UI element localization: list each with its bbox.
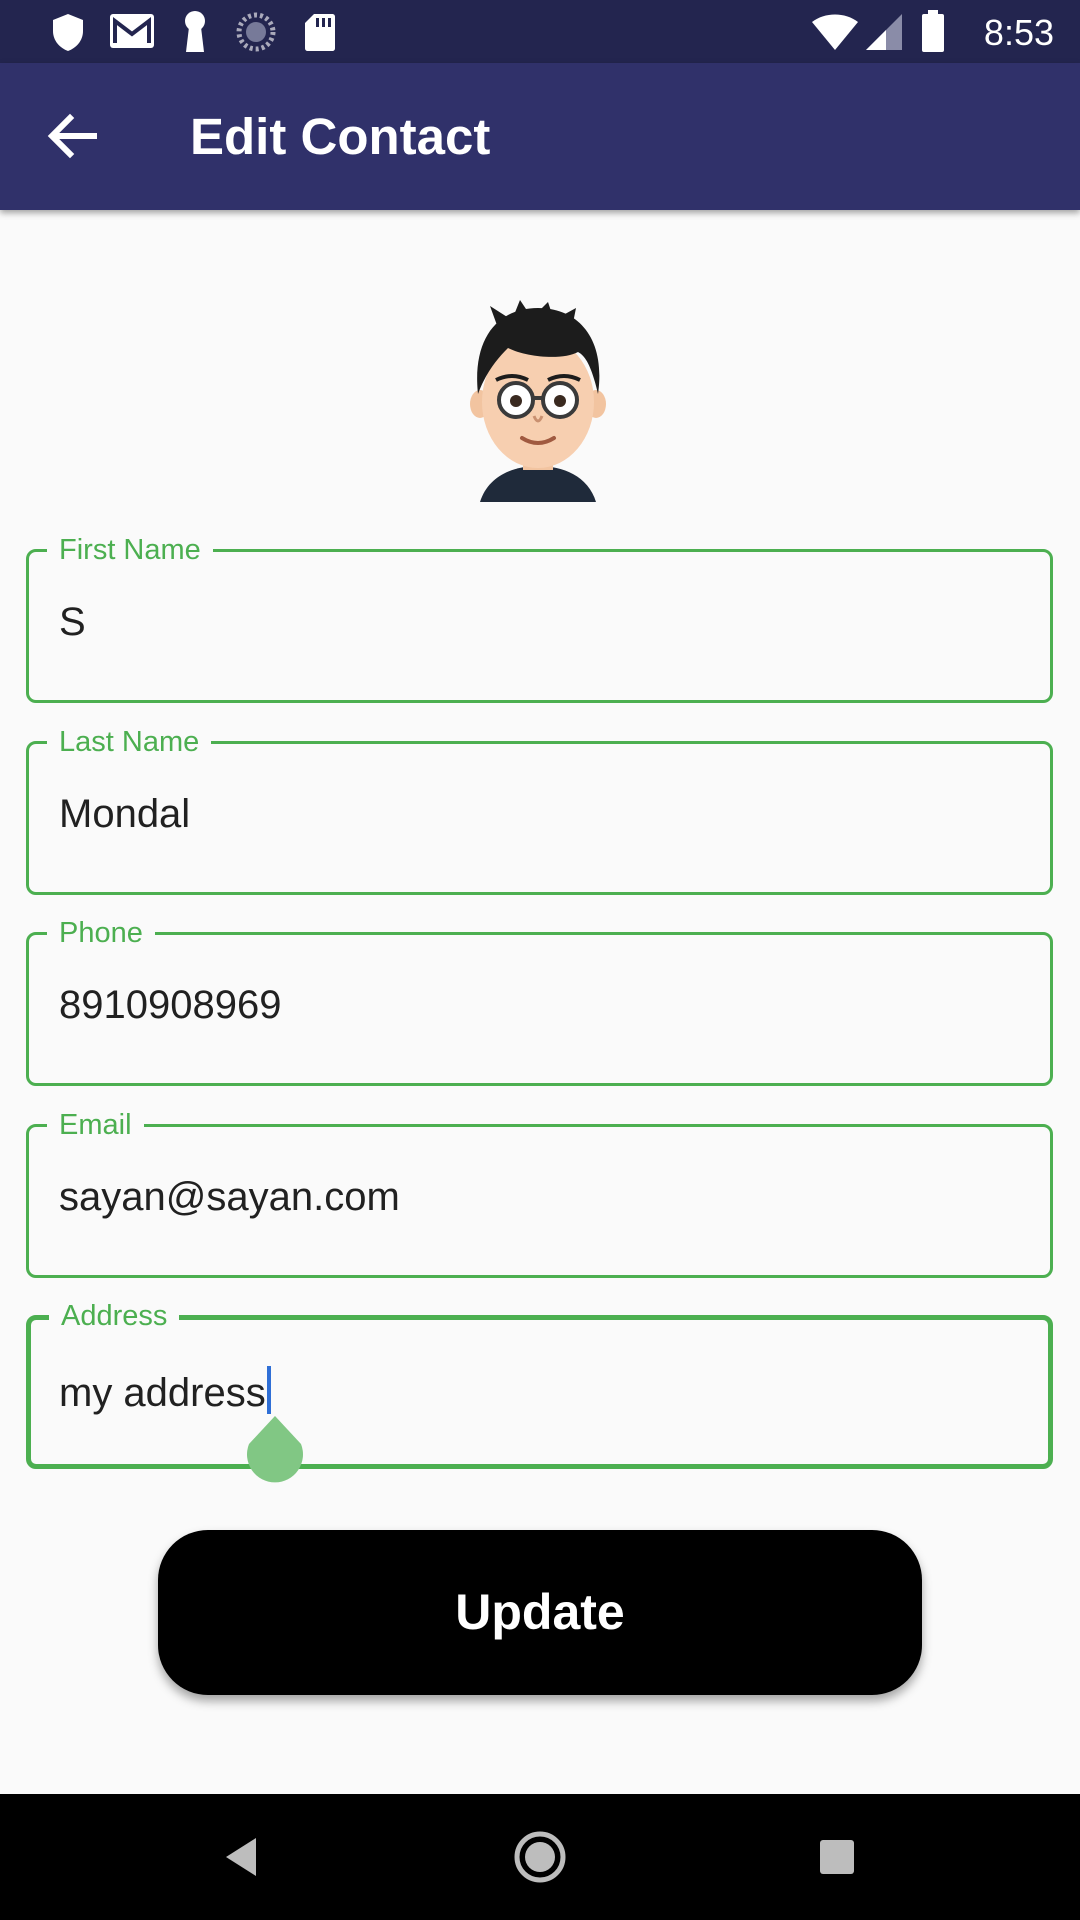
phone-field[interactable]: Phone 8910908969 <box>26 913 1053 1086</box>
first-name-field[interactable]: First Name S <box>26 530 1053 703</box>
arrow-back-icon[interactable] <box>40 103 106 169</box>
phone-label: Phone <box>47 913 155 953</box>
email-input[interactable]: sayan@sayan.com <box>59 1175 400 1220</box>
status-bar: 8:53 <box>0 0 1080 63</box>
battery-icon <box>922 10 944 52</box>
wifi-icon <box>812 14 858 50</box>
last-name-label: Last Name <box>47 722 212 762</box>
address-label: Address <box>49 1296 180 1336</box>
last-name-input[interactable]: Mondal <box>59 792 190 837</box>
email-label: Email <box>47 1105 144 1145</box>
phone-input[interactable]: 8910908969 <box>59 983 281 1028</box>
first-name-input[interactable]: S <box>59 600 86 645</box>
home-circle-icon[interactable] <box>507 1824 573 1890</box>
update-button[interactable]: Update <box>158 1530 922 1695</box>
address-field[interactable]: Address my address <box>26 1296 1053 1469</box>
text-cursor <box>266 1366 271 1414</box>
cursor-handle[interactable] <box>245 1414 305 1486</box>
address-text: my address <box>59 1371 266 1415</box>
address-input[interactable]: my address <box>59 1366 271 1416</box>
sd-card-icon <box>305 14 335 51</box>
sync-icon <box>236 12 276 52</box>
cell-signal-icon <box>866 14 902 50</box>
app-bar: Edit Contact <box>0 63 1080 210</box>
first-name-label: First Name <box>47 530 213 570</box>
keyhole-icon <box>185 11 205 52</box>
clock: 8:53 <box>983 12 1054 53</box>
email-field[interactable]: Email sayan@sayan.com <box>26 1105 1053 1278</box>
last-name-field[interactable]: Last Name Mondal <box>26 722 1053 895</box>
navigation-bar <box>0 1794 1080 1920</box>
gmail-icon <box>110 14 154 48</box>
back-triangle-icon[interactable] <box>208 1824 274 1890</box>
avatar[interactable] <box>468 298 608 502</box>
page-title: Edit Contact <box>190 108 491 165</box>
shield-icon <box>53 14 83 51</box>
recents-square-icon[interactable] <box>804 1824 870 1890</box>
